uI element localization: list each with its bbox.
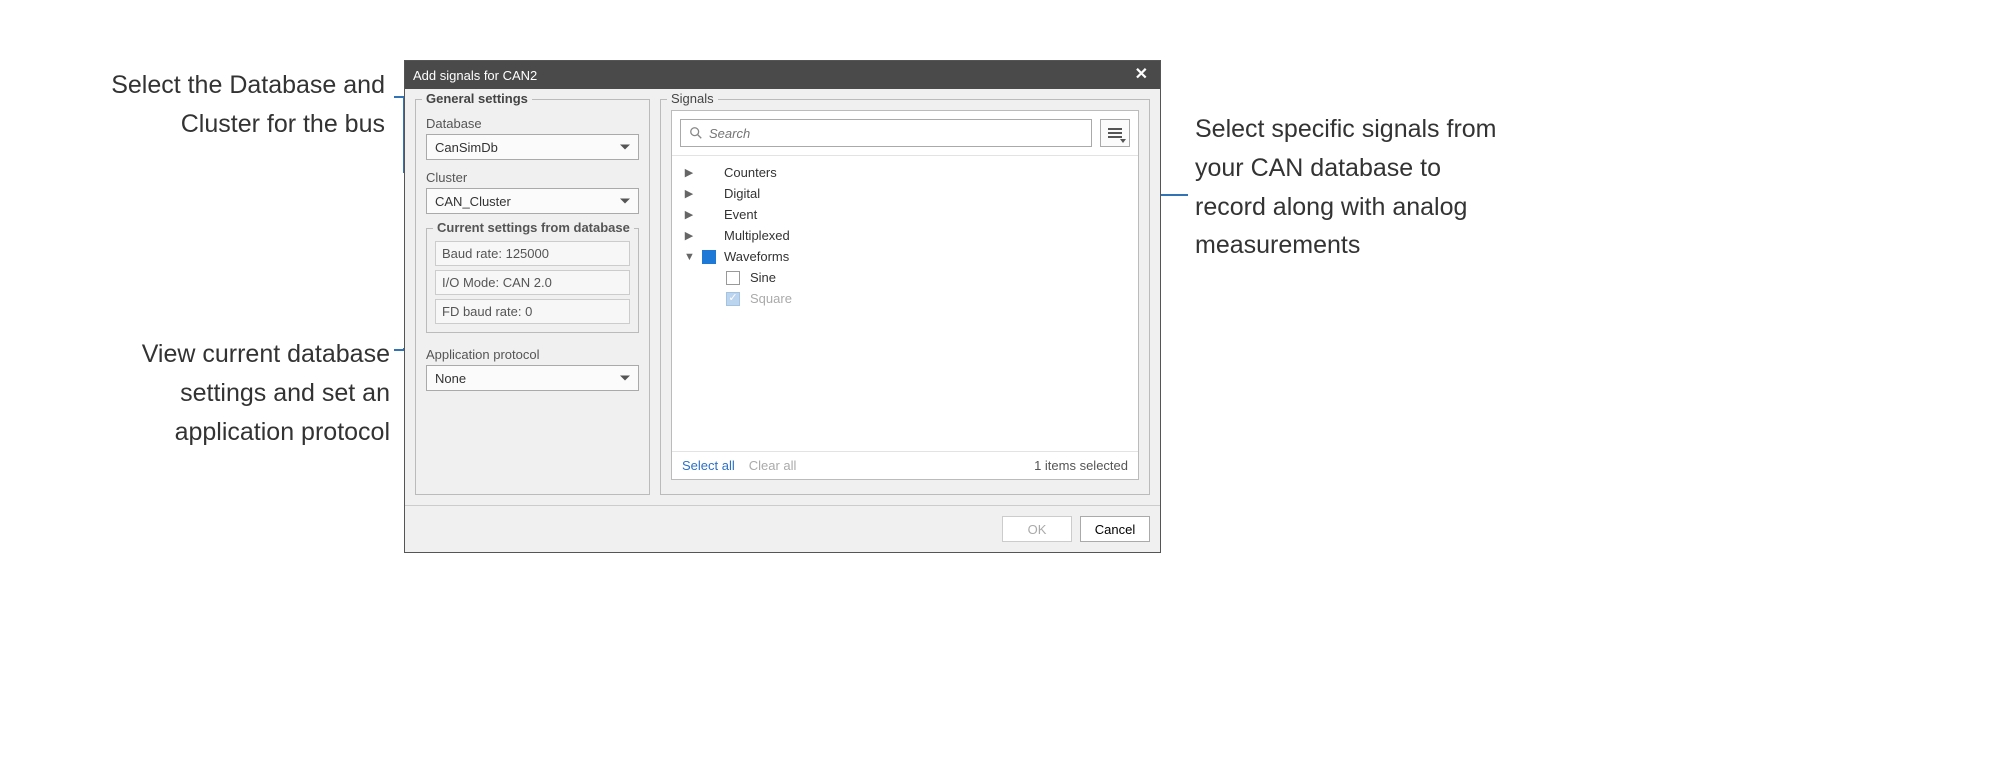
baud-rate-field: Baud rate: 125000 <box>435 241 630 266</box>
select-all-link[interactable]: Select all <box>682 458 735 473</box>
fd-baud-field: FD baud rate: 0 <box>435 299 630 324</box>
cluster-dropdown[interactable]: CAN_Cluster <box>426 188 639 214</box>
signals-menu-button[interactable] <box>1100 119 1130 147</box>
tree-item-label: Digital <box>724 186 760 201</box>
signals-legend: Signals <box>667 91 718 106</box>
tree-item-multiplexed[interactable]: ▶ Multiplexed <box>676 225 1134 246</box>
chevron-down-icon <box>620 145 630 150</box>
annotation-select-signals: Select specific signals from your CAN da… <box>1195 110 1505 265</box>
signals-group: Signals <box>660 99 1150 495</box>
annotation-db-settings-protocol: View current database settings and set a… <box>70 335 390 451</box>
tree-item-event[interactable]: ▶ Event <box>676 204 1134 225</box>
checkbox-icon[interactable] <box>702 250 716 264</box>
app-protocol-value: None <box>435 371 466 386</box>
close-icon[interactable]: ✕ <box>1131 65 1152 85</box>
annotation-database-cluster: Select the Database and Cluster for the … <box>40 66 385 144</box>
tree-item-label: Waveforms <box>724 249 789 264</box>
tree-item-label: Multiplexed <box>724 228 790 243</box>
dialog-titlebar: Add signals for CAN2 ✕ <box>405 61 1160 89</box>
expander-icon: ▶ <box>684 229 694 242</box>
current-settings-group: Current settings from database Baud rate… <box>426 228 639 333</box>
cluster-label: Cluster <box>426 170 639 185</box>
tree-item-counters[interactable]: ▶ Counters <box>676 162 1134 183</box>
app-protocol-dropdown[interactable]: None <box>426 365 639 391</box>
selection-status: 1 items selected <box>1034 458 1128 473</box>
dialog-button-row: OK Cancel <box>405 505 1160 552</box>
expander-icon: ▼ <box>684 251 694 263</box>
signals-tree: ▶ Counters ▶ Digital ▶ Event <box>672 156 1138 451</box>
checkbox-icon[interactable] <box>726 271 740 285</box>
app-protocol-label: Application protocol <box>426 347 639 362</box>
search-icon <box>689 126 703 140</box>
cluster-value: CAN_Cluster <box>435 194 511 209</box>
general-settings-legend: General settings <box>422 91 532 106</box>
menu-icon <box>1108 128 1122 138</box>
tree-item-label: Event <box>724 207 757 222</box>
database-dropdown[interactable]: CanSimDb <box>426 134 639 160</box>
general-settings-group: General settings Database CanSimDb Clust… <box>415 99 650 495</box>
tree-item-label: Sine <box>750 270 776 285</box>
expander-icon: ▶ <box>684 208 694 221</box>
tree-item-digital[interactable]: ▶ Digital <box>676 183 1134 204</box>
chevron-down-icon <box>620 376 630 381</box>
add-signals-dialog: Add signals for CAN2 ✕ General settings … <box>404 60 1161 553</box>
tree-item-label: Counters <box>724 165 777 180</box>
tree-item-square[interactable]: Square <box>718 288 1134 309</box>
tree-item-waveforms[interactable]: ▼ Waveforms <box>676 246 1134 267</box>
database-label: Database <box>426 116 639 131</box>
ok-button[interactable]: OK <box>1002 516 1072 542</box>
current-settings-legend: Current settings from database <box>433 220 634 235</box>
database-value: CanSimDb <box>435 140 498 155</box>
checkbox-icon[interactable] <box>726 292 740 306</box>
clear-all-link[interactable]: Clear all <box>749 458 797 473</box>
tree-item-label: Square <box>750 291 792 306</box>
chevron-down-icon <box>1120 139 1126 143</box>
expander-icon: ▶ <box>684 166 694 179</box>
search-input[interactable] <box>709 126 1083 141</box>
dialog-title: Add signals for CAN2 <box>413 68 1131 83</box>
search-input-wrapper <box>680 119 1092 147</box>
io-mode-field: I/O Mode: CAN 2.0 <box>435 270 630 295</box>
expander-icon: ▶ <box>684 187 694 200</box>
chevron-down-icon <box>620 199 630 204</box>
tree-item-sine[interactable]: Sine <box>718 267 1134 288</box>
cancel-button[interactable]: Cancel <box>1080 516 1150 542</box>
